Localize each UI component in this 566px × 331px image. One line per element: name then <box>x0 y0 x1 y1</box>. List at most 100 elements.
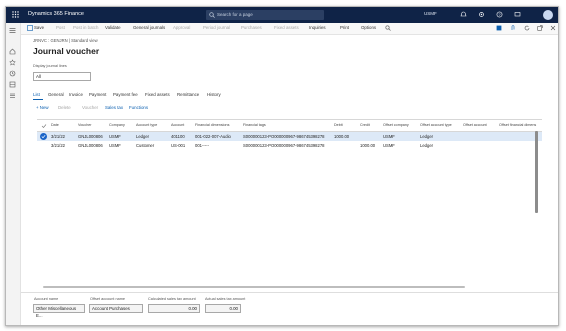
select-all-checkmark-icon[interactable] <box>41 123 47 129</box>
period-journal-menu[interactable]: Period journal <box>203 25 230 30</box>
search-icon <box>209 12 215 18</box>
column-header-account[interactable]: Account <box>171 123 184 127</box>
column-header-account-type[interactable]: Account type <box>136 123 157 127</box>
gear-icon[interactable] <box>478 11 485 18</box>
column-header-offset-account-type[interactable]: Offset account type <box>420 123 452 127</box>
cell-debit[interactable]: 1000.00 <box>334 134 349 139</box>
left-nav-rail <box>6 23 21 325</box>
cell-offset-account-type[interactable]: Ledger <box>420 134 433 139</box>
close-icon[interactable] <box>550 25 556 31</box>
star-icon[interactable] <box>9 59 16 66</box>
popout-icon[interactable] <box>537 25 543 31</box>
column-header-voucher[interactable]: Voucher <box>78 123 92 127</box>
hamburger-icon[interactable] <box>9 27 16 34</box>
general-journals-menu[interactable]: General journals <box>133 25 165 30</box>
account-name-field[interactable]: Other Miscellaneous E... <box>33 304 85 318</box>
cell-offset-account-type[interactable]: Ledger <box>420 143 433 148</box>
actual-sales-tax-field[interactable]: 0.00 <box>205 304 241 313</box>
refresh-icon[interactable] <box>524 25 530 31</box>
svg-text:?: ? <box>498 12 501 17</box>
column-header-company[interactable]: Company <box>109 123 125 127</box>
column-header-date[interactable]: Date <box>51 123 59 127</box>
tab-list[interactable]: List <box>33 92 40 97</box>
inquiries-menu[interactable]: Inquiries <box>309 25 326 30</box>
row-selected-checkmark-icon[interactable] <box>40 133 47 140</box>
cell-voucher[interactable]: GNJL000806 <box>78 134 103 139</box>
horizontal-scrollbar[interactable] <box>43 286 465 288</box>
tab-history[interactable]: History <box>207 92 221 97</box>
approval-menu[interactable]: Approval <box>173 25 190 30</box>
column-header-financial-dimensions[interactable]: Financial dimensions <box>195 123 229 127</box>
cell-financial-dimensions[interactable]: 001-022-007-Audio <box>195 134 231 139</box>
cell-account[interactable]: 401100 <box>171 134 185 139</box>
column-header-credit[interactable]: Credit <box>360 123 370 127</box>
validate-menu[interactable]: Validate <box>105 25 121 30</box>
cell-financial-tags[interactable]: S000000123-PO000000967-986745398278 <box>243 134 325 139</box>
tab-payment[interactable]: Payment <box>89 92 106 97</box>
modules-icon[interactable] <box>9 92 16 99</box>
search-input[interactable]: Search for a page <box>217 12 253 17</box>
breadcrumb[interactable]: JRNVC : GENJRN | Standard view <box>33 38 98 43</box>
avatar[interactable] <box>543 10 553 20</box>
calculated-sales-tax-field[interactable]: 0.00 <box>148 304 200 313</box>
table-row[interactable]: 3/21/22 GNJL000806 USMF Customer US-001 … <box>37 141 542 150</box>
cell-account[interactable]: US-001 <box>171 143 185 148</box>
cell-account-type[interactable]: Customer <box>136 143 154 148</box>
active-tab-indicator <box>33 99 43 100</box>
functions-menu[interactable]: Functions <box>129 105 148 110</box>
table-row[interactable]: 3/21/22 GNJL000806 USMF Ledger 401100 00… <box>37 132 542 141</box>
tab-fixed-assets[interactable]: Fixed assets <box>145 92 170 97</box>
app-title[interactable]: Dynamics 365 Finance <box>28 11 84 17</box>
office-apps-icon[interactable] <box>496 25 502 31</box>
offset-account-name-field[interactable]: Account Purchases <box>89 304 143 313</box>
tab-remittance[interactable]: Remittance <box>177 92 199 97</box>
bell-icon[interactable] <box>460 11 467 18</box>
cell-voucher[interactable]: GNJL000806 <box>78 143 103 148</box>
attachments-icon[interactable] <box>510 25 516 31</box>
column-header-debit[interactable]: Debit <box>334 123 343 127</box>
search-icon[interactable] <box>385 25 391 31</box>
home-icon[interactable] <box>9 48 16 55</box>
column-header-offset-account[interactable]: Offset account <box>463 123 487 127</box>
cell-date[interactable]: 3/21/22 <box>51 143 65 148</box>
column-header-offset-financial-dimensions[interactable]: Offset financial dimens <box>499 123 536 127</box>
voucher-button[interactable]: Voucher <box>82 105 98 110</box>
tab-general[interactable]: General <box>48 92 64 97</box>
display-journal-lines-select[interactable]: All <box>33 72 91 81</box>
workspaces-icon[interactable] <box>9 81 16 88</box>
cell-offset-company[interactable]: USMF <box>383 143 395 148</box>
cell-company[interactable]: USMF <box>109 134 121 139</box>
page-title: Journal voucher <box>33 46 100 56</box>
recent-icon[interactable] <box>9 70 16 77</box>
calculated-sales-tax-label: Calculated sales tax amount <box>148 297 196 301</box>
help-icon[interactable]: ? <box>496 11 503 18</box>
save-button[interactable]: Save <box>34 25 44 30</box>
cell-offset-company[interactable]: USMF <box>383 134 395 139</box>
tab-invoice[interactable]: Invoice <box>69 92 83 97</box>
column-header-financial-tags[interactable]: Financial tags <box>243 123 266 127</box>
company-picker[interactable]: USMF <box>424 11 437 16</box>
tab-payment-fee[interactable]: Payment fee <box>113 92 138 97</box>
post-button[interactable]: Post <box>56 25 65 30</box>
print-menu[interactable]: Print <box>340 25 349 30</box>
column-header-offset-company[interactable]: Offset company <box>383 123 409 127</box>
purchases-menu[interactable]: Purchases <box>241 25 262 30</box>
new-line-button[interactable]: + New <box>36 105 49 110</box>
account-name-label: Account name <box>34 297 59 301</box>
waffle-icon[interactable] <box>12 11 19 18</box>
cell-date[interactable]: 3/21/22 <box>51 134 65 139</box>
vertical-scrollbar[interactable] <box>535 131 538 213</box>
post-in-batch-button[interactable]: Post in batch <box>73 25 98 30</box>
feedback-icon[interactable] <box>514 11 521 18</box>
search-box[interactable]: Search for a page <box>206 10 324 20</box>
delete-line-button[interactable]: Delete <box>58 105 71 110</box>
cell-financial-dimensions[interactable]: 001----- <box>195 143 209 148</box>
options-menu[interactable]: Options <box>361 25 376 30</box>
cell-company[interactable]: USMF <box>109 143 121 148</box>
sales-tax-button[interactable]: Sales tax <box>105 105 123 110</box>
cell-financial-tags[interactable]: S000000123-PO000000967-986745398278 <box>243 143 325 148</box>
cell-credit[interactable]: 1000.00 <box>360 143 375 148</box>
journal-lines-grid: Date Voucher Company Account type Accoun… <box>37 119 542 290</box>
cell-account-type[interactable]: Ledger <box>136 134 149 139</box>
fixed-assets-menu[interactable]: Fixed assets <box>274 25 299 30</box>
